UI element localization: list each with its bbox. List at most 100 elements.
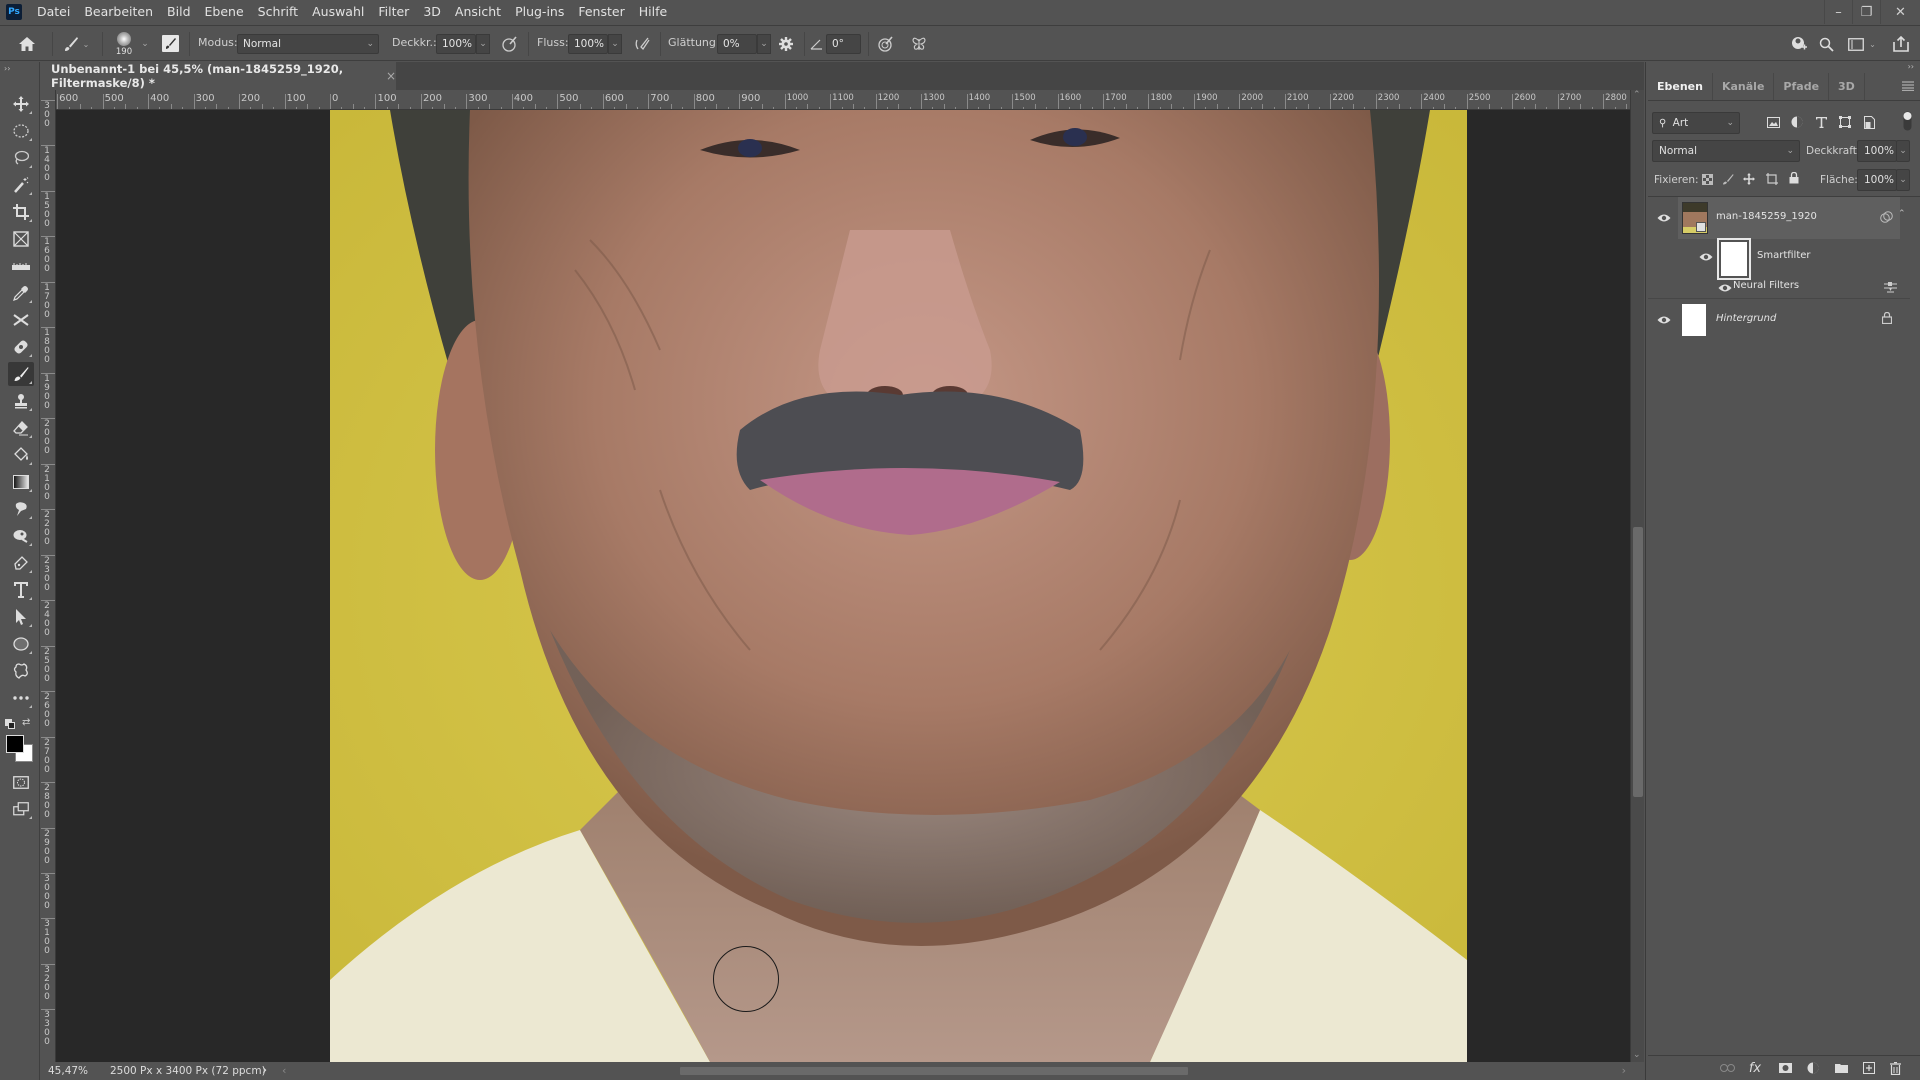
lock-image-pixels-button[interactable] [1721, 172, 1735, 186]
pressure-opacity-button[interactable] [500, 35, 520, 53]
layer-row-man[interactable]: man-1845259_1920 ⌃ [1648, 197, 1910, 239]
new-adjustment-layer-button[interactable] [1804, 1060, 1822, 1076]
pressure-size-button[interactable] [876, 35, 896, 53]
move-tool[interactable] [8, 92, 34, 116]
menu-plugins[interactable]: Plug-ins [508, 0, 571, 24]
zoom-level[interactable]: 45,47% [48, 1065, 88, 1077]
layer-row-hintergrund[interactable]: Hintergrund [1648, 299, 1910, 340]
brush-preset-chevron[interactable]: ⌄ [138, 34, 152, 54]
restore-button[interactable]: ❐ [1852, 0, 1880, 24]
quick-mask-button[interactable] [8, 770, 34, 794]
blend-mode-select[interactable]: Normal ⌄ [1652, 140, 1800, 162]
home-button[interactable] [16, 34, 38, 54]
opacity-chevron[interactable]: ⌄ [476, 34, 490, 54]
menu-ansicht[interactable]: Ansicht [448, 0, 508, 24]
content-aware-move-tool[interactable] [8, 308, 34, 332]
collapse-toolbar-icon[interactable]: ›› [4, 64, 10, 73]
fill-input[interactable]: 100% [1857, 169, 1897, 191]
status-menu-arrow[interactable]: › [262, 1063, 267, 1078]
brush-settings-toggle[interactable] [162, 35, 179, 52]
new-layer-button[interactable] [1860, 1060, 1878, 1076]
crop-tool[interactable] [8, 200, 34, 224]
lock-all-button[interactable] [1787, 171, 1801, 185]
scroll-right-arrow[interactable]: › [1622, 1064, 1626, 1077]
search-button[interactable] [1815, 34, 1837, 54]
airbrush-button[interactable] [632, 35, 652, 53]
collapse-panels-icon[interactable]: ›› [1908, 62, 1914, 71]
horizontal-scrollbar[interactable]: ‹ › [280, 1062, 1630, 1080]
filter-mask-thumbnail[interactable] [1717, 238, 1751, 280]
lock-position-button[interactable] [1742, 172, 1756, 186]
smoothing-options-button[interactable] [776, 34, 796, 54]
ruler-tool[interactable] [8, 254, 34, 278]
custom-shape-tool[interactable] [8, 659, 34, 683]
pen-tool[interactable] [8, 551, 34, 575]
lock-transparent-pixels-button[interactable] [1700, 172, 1714, 186]
menu-hilfe[interactable]: Hilfe [632, 0, 674, 24]
menu-bild[interactable]: Bild [160, 0, 197, 24]
brush-preset-picker[interactable]: 190 [112, 29, 136, 59]
menu-3d[interactable]: 3D [416, 0, 448, 24]
filter-smart-object-button[interactable] [1861, 114, 1877, 130]
magic-wand-tool[interactable] [8, 173, 34, 197]
brush-tool[interactable] [8, 362, 34, 386]
clone-stamp-tool[interactable] [8, 389, 34, 413]
menu-bearbeiten[interactable]: Bearbeiten [77, 0, 160, 24]
tab-pfade[interactable]: Pfade [1774, 73, 1830, 100]
share-button[interactable] [1890, 33, 1912, 55]
swap-colors-button[interactable]: ⇄ [22, 717, 34, 729]
dodge-tool[interactable] [8, 524, 34, 548]
menu-schrift[interactable]: Schrift [251, 0, 305, 24]
default-colors-button[interactable] [5, 719, 15, 729]
filter-shape-button[interactable] [1837, 114, 1853, 130]
layer-opacity-input[interactable]: 100% [1857, 140, 1897, 162]
filter-blending-options-button[interactable] [1884, 282, 1898, 294]
menu-datei[interactable]: Datei [30, 0, 77, 24]
minimize-button[interactable]: – [1824, 0, 1852, 24]
ellipse-tool[interactable] [8, 632, 34, 656]
scroll-down-arrow[interactable]: ⌄ [1633, 1050, 1641, 1060]
smoothing-input[interactable]: 0% [717, 34, 757, 54]
close-document-button[interactable]: × [386, 69, 396, 83]
workspace-button[interactable]: ⌄ [1844, 34, 1880, 54]
healing-brush-tool[interactable] [8, 335, 34, 359]
path-selection-tool[interactable] [8, 605, 34, 629]
tab-ebenen[interactable]: Ebenen [1648, 73, 1713, 100]
filter-pixel-button[interactable] [1765, 114, 1781, 130]
mode-select[interactable]: Normal ⌄ [237, 34, 379, 54]
horizontal-scroll-thumb[interactable] [680, 1067, 1188, 1075]
flow-chevron[interactable]: ⌄ [608, 34, 622, 54]
scroll-up-arrow[interactable]: ⌃ [1633, 90, 1641, 100]
new-group-button[interactable] [1832, 1060, 1850, 1076]
elliptical-marquee-tool[interactable] [8, 119, 34, 143]
layer-opacity-chevron[interactable]: ⌄ [1896, 140, 1910, 162]
more-tools[interactable] [8, 686, 34, 710]
fill-chevron[interactable]: ⌄ [1896, 169, 1910, 191]
gradient-tool[interactable] [8, 470, 34, 494]
horizontal-ruler[interactable]: 600 500 400 300 200 100 0 100 200 300 400 500 600 700… [56, 90, 1630, 110]
smoothing-chevron[interactable]: ⌄ [757, 34, 771, 54]
document-tab[interactable]: Unbenannt-1 bei 45,5% (man-1845259_1920,… [41, 62, 396, 90]
visibility-toggle[interactable] [1657, 315, 1671, 325]
tool-preset-picker[interactable]: ⌄ [58, 34, 94, 54]
visibility-toggle[interactable] [1657, 213, 1671, 223]
screen-mode-button[interactable] [8, 797, 34, 821]
close-window-button[interactable]: ✕ [1880, 0, 1920, 24]
menu-auswahl[interactable]: Auswahl [305, 0, 371, 24]
angle-input[interactable]: 0° [826, 34, 861, 54]
layer-filter-select[interactable]: ⚲ Art ⌄ [1652, 112, 1740, 134]
flow-input[interactable]: 100% [568, 34, 608, 54]
menu-filter[interactable]: Filter [371, 0, 416, 24]
scroll-left-arrow[interactable]: ‹ [282, 1064, 286, 1077]
layer-row-neural-filters[interactable]: Neural Filters [1648, 278, 1910, 298]
frame-tool[interactable] [8, 227, 34, 251]
visibility-toggle[interactable] [1699, 252, 1713, 262]
eyedropper-tool[interactable] [8, 281, 34, 305]
lock-artboard-button[interactable] [1765, 172, 1779, 186]
share-user-button[interactable] [1788, 34, 1810, 54]
panel-menu-button[interactable] [1902, 81, 1914, 91]
type-tool[interactable] [8, 578, 34, 602]
add-layer-style-button[interactable]: fx [1746, 1059, 1764, 1077]
add-mask-button[interactable] [1776, 1060, 1794, 1076]
vertical-ruler[interactable]: 300 1400 1500 1600 1700 1800 1900 2000 2100 2200 2… [41, 90, 56, 1062]
